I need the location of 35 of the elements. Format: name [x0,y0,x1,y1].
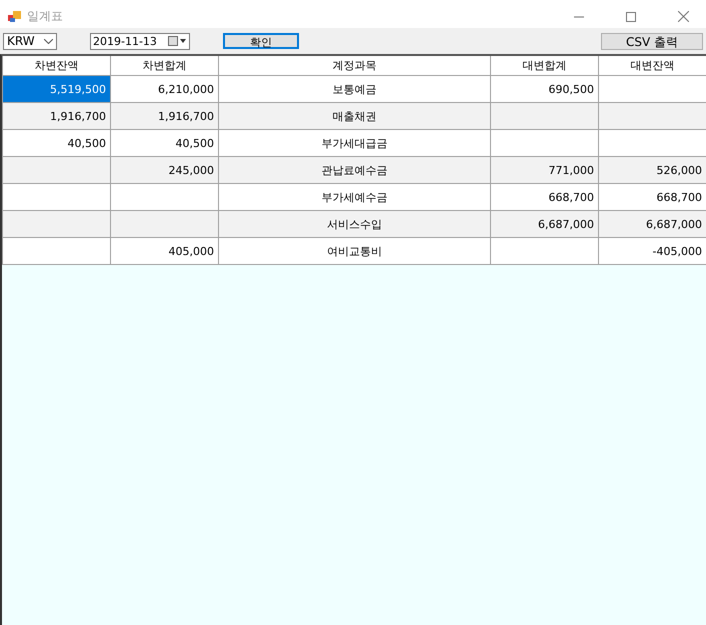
column-header[interactable]: 차변잔액 [2,56,110,76]
table-cell[interactable]: 5,519,500 [2,76,110,102]
table-cell[interactable]: 서비스수입 [218,210,490,238]
table-cell[interactable] [2,156,110,184]
table-cell[interactable]: 6,687,000 [490,210,598,238]
table-cell[interactable] [598,102,706,130]
confirm-button[interactable]: 확인 [223,33,299,49]
chevron-icon [44,38,53,44]
maximize-icon[interactable] [626,12,636,22]
table-cell[interactable]: 526,000 [598,156,706,184]
table-cell[interactable] [110,210,218,238]
table-cell[interactable] [2,238,110,264]
export-button[interactable]: CSV 출력 [601,32,703,50]
table-cell[interactable] [2,210,110,238]
table-cell[interactable] [490,102,598,130]
table-cell[interactable] [490,238,598,264]
app-icon [8,10,21,23]
table-cell[interactable]: 245,000 [110,156,218,184]
date-picker[interactable]: 2019-11-13 [90,32,190,50]
currency-dropdown[interactable]: KRW [3,32,57,50]
close-icon[interactable] [678,11,688,22]
table-cell[interactable]: 매출채권 [218,102,490,130]
table-cell[interactable]: 405,000 [110,238,218,264]
table-cell[interactable]: 6,687,000 [598,210,706,238]
table-cell[interactable]: 1,916,700 [110,102,218,130]
table-cell[interactable]: 여비교통비 [218,238,490,264]
window-title: 일계표 [27,8,64,25]
calendar-icon [168,36,186,46]
table-cell[interactable]: 1,916,700 [2,102,110,130]
column-header[interactable]: 대변잔액 [598,56,706,76]
table-cell[interactable]: 관납료예수금 [218,156,490,184]
column-header[interactable]: 계정과목 [218,56,490,76]
column-header[interactable]: 차변합계 [110,56,218,76]
table-cell[interactable]: 771,000 [490,156,598,184]
column-header[interactable]: 대변합계 [490,56,598,76]
